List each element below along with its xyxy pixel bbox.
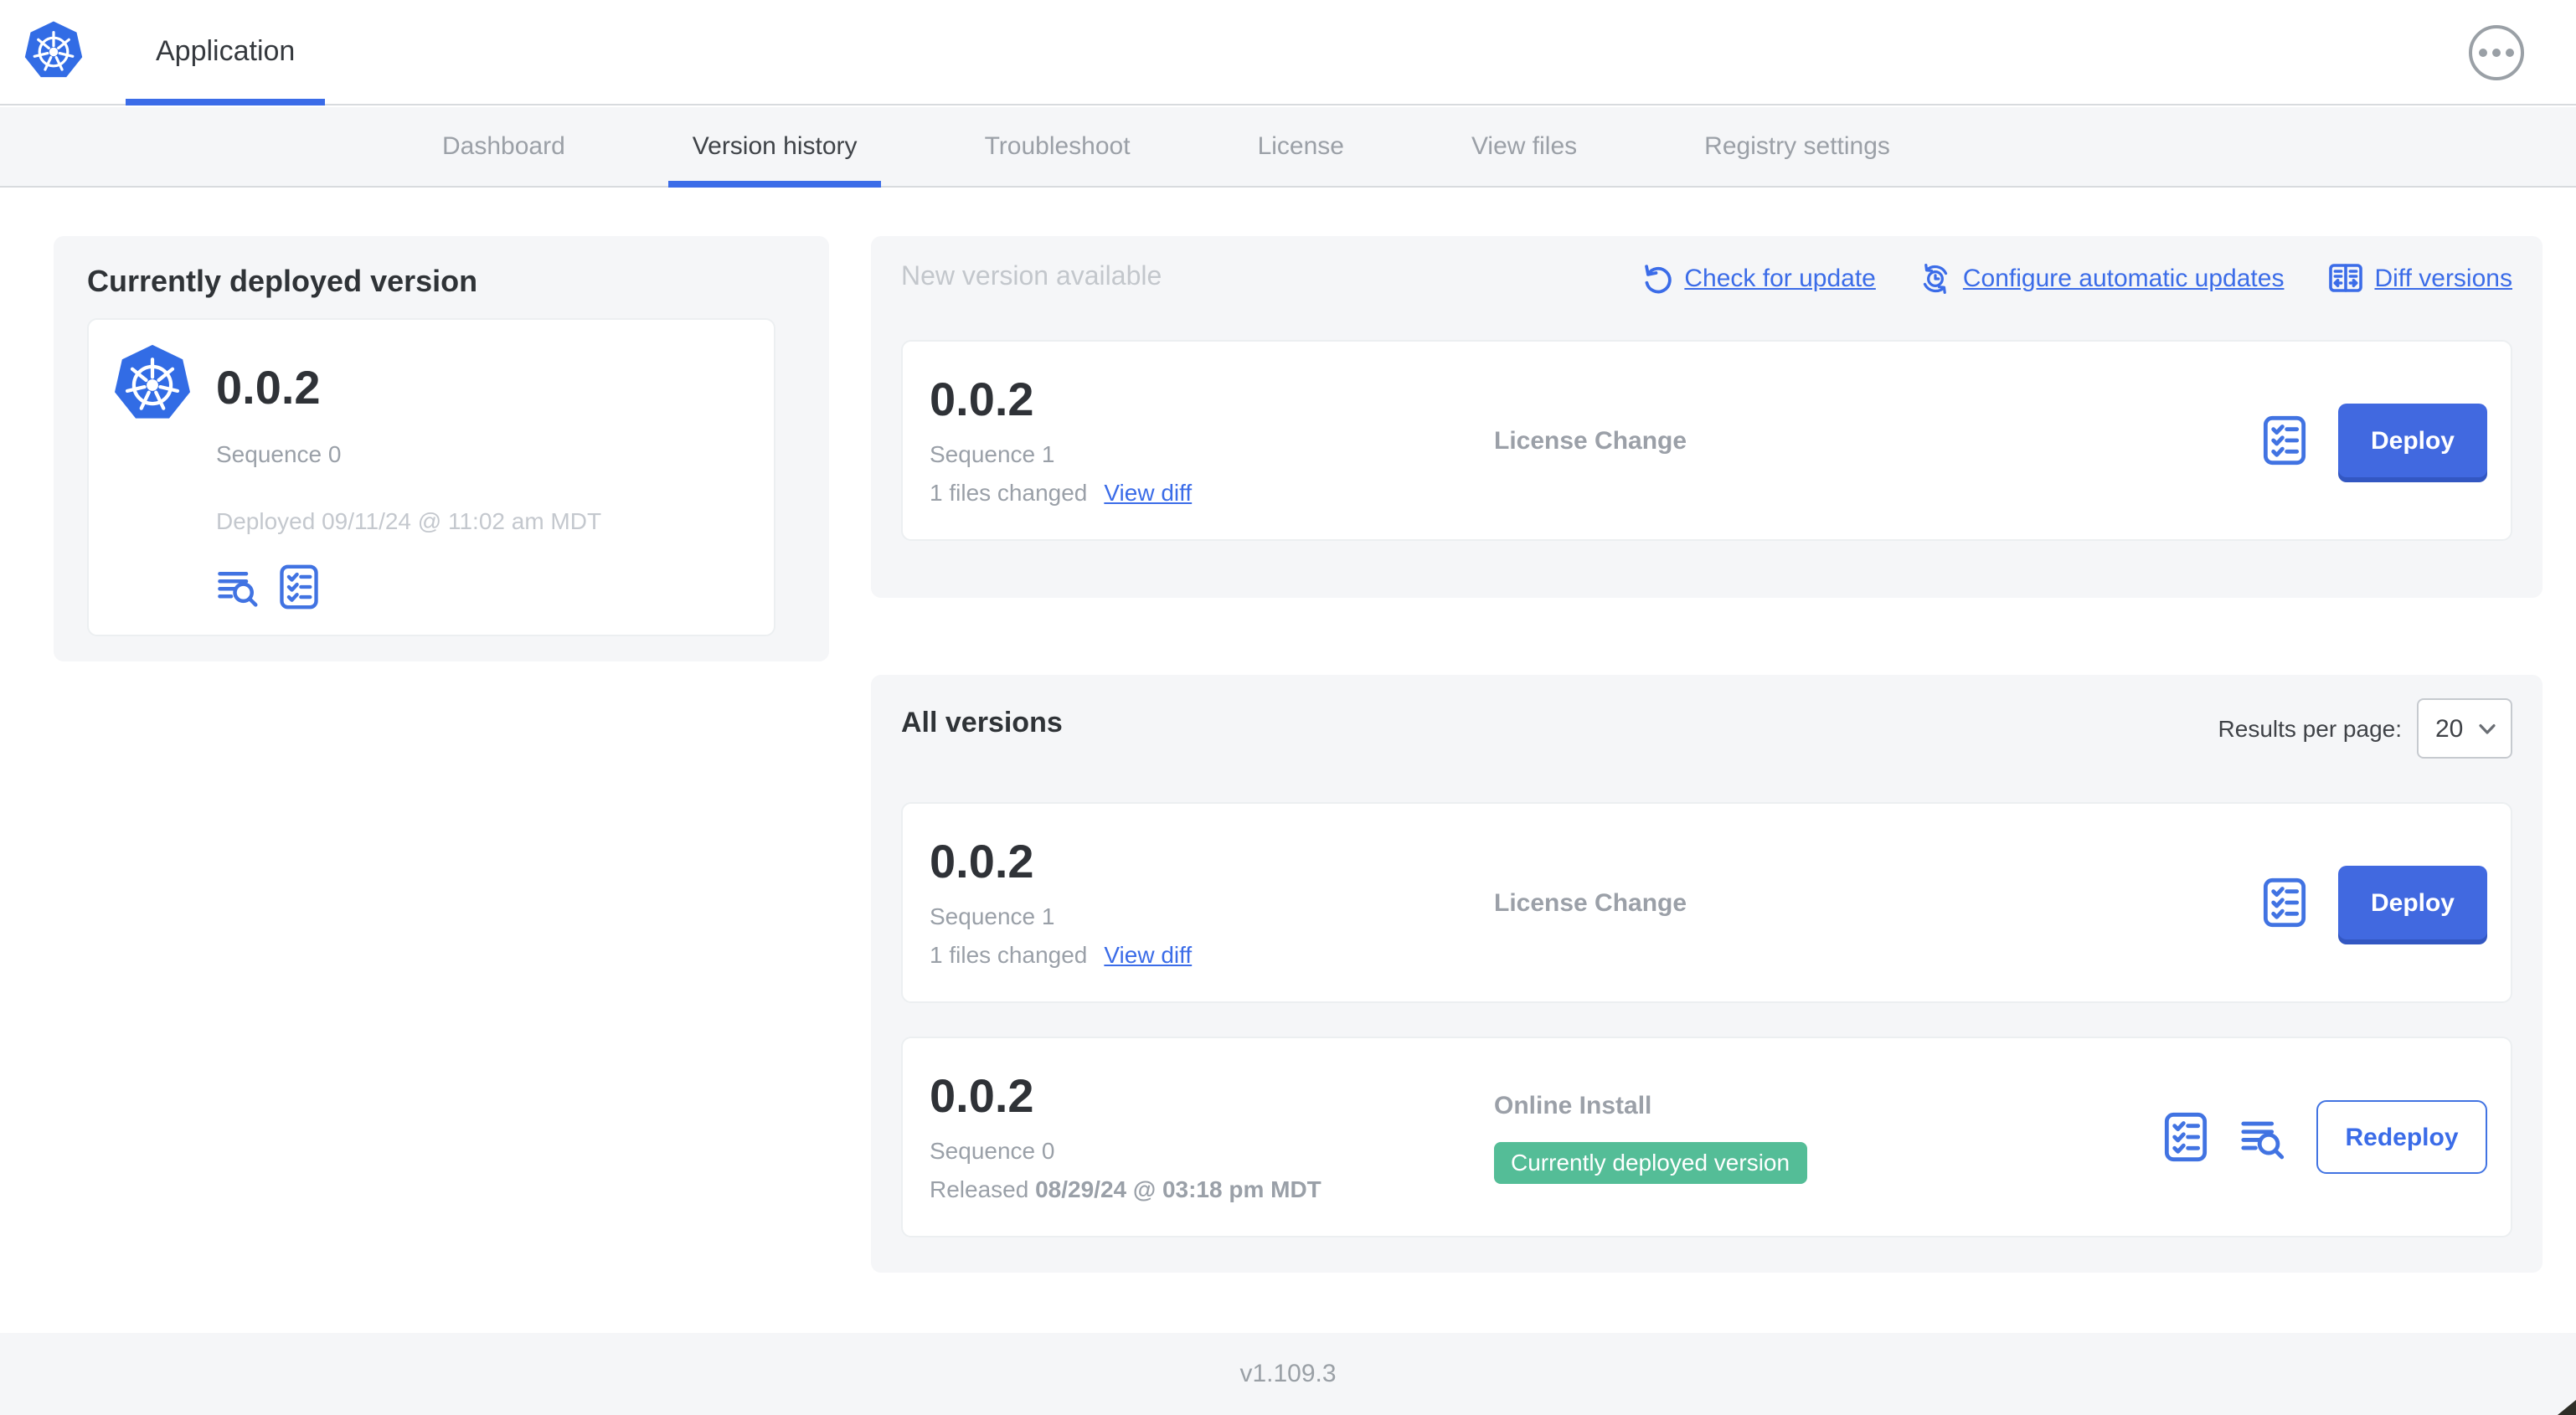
- currently-deployed-card: 0.0.2 Sequence 0 Deployed 09/11/24 @ 11:…: [87, 318, 775, 636]
- cursor-artifact: [2558, 1400, 2576, 1415]
- tab-version-history[interactable]: Version history: [668, 107, 882, 188]
- page-footer: v1.109.3: [0, 1333, 2576, 1415]
- new-version-heading: New version available: [901, 263, 1162, 291]
- preflight-checklist-icon[interactable]: [2161, 1110, 2211, 1164]
- deploy-button[interactable]: Deploy: [2338, 404, 2487, 477]
- tab-license[interactable]: License: [1234, 107, 1368, 186]
- currently-deployed-badge: Currently deployed version: [1494, 1141, 1807, 1183]
- current-version-label: 0.0.2: [216, 362, 321, 414]
- tab-view-files[interactable]: View files: [1448, 107, 1600, 186]
- version-label: 0.0.2: [930, 373, 1034, 425]
- tab-registry-settings[interactable]: Registry settings: [1681, 107, 1914, 186]
- version-row: 0.0.2 Sequence 0 Released 08/29/24 @ 03:…: [901, 1037, 2512, 1237]
- refresh-icon: [1644, 264, 1672, 293]
- sequence-label: Sequence 1: [930, 903, 1055, 930]
- version-source-label: Online Install: [1494, 1091, 1652, 1119]
- app-tab-application[interactable]: Application: [126, 0, 326, 105]
- new-version-card: 0.0.2 Sequence 1 1 files changed View di…: [901, 340, 2512, 541]
- top-header: Application: [0, 0, 2576, 105]
- app-title: Application: [156, 35, 296, 67]
- currently-deployed-heading: Currently deployed version: [87, 265, 478, 298]
- view-diff-link[interactable]: View diff: [1104, 480, 1192, 507]
- current-sequence-label: Sequence 0: [216, 440, 342, 467]
- deploy-logs-icon[interactable]: [2239, 1113, 2288, 1161]
- chevron-down-icon: [2479, 723, 2496, 733]
- tab-dashboard[interactable]: Dashboard: [419, 107, 589, 186]
- sequence-label: Sequence 0: [930, 1137, 1055, 1165]
- released-timestamp: Released 08/29/24 @ 03:18 pm MDT: [930, 1176, 1321, 1203]
- version-source-label: License Change: [1494, 426, 1687, 455]
- configure-automatic-updates-link[interactable]: Configure automatic updates: [1919, 262, 2284, 294]
- check-for-update-link[interactable]: Check for update: [1641, 262, 1876, 294]
- results-per-page-label: Results per page:: [2218, 715, 2402, 742]
- all-versions-heading: All versions: [901, 707, 1063, 738]
- sequence-label: Sequence 1: [930, 440, 1055, 468]
- version-source-label: License Change: [1494, 888, 1687, 917]
- app-subnav: Dashboard Version history Troubleshoot L…: [0, 107, 2576, 188]
- currently-deployed-panel: Currently deployed version 0.0.2 Sequenc…: [54, 236, 829, 661]
- preflight-checklist-icon[interactable]: [2259, 414, 2310, 467]
- preflight-checklist-icon[interactable]: [2259, 876, 2310, 929]
- diff-versions-link[interactable]: Diff versions: [2327, 261, 2512, 295]
- kots-admin-console: Application Dashboard Version history Tr…: [0, 0, 2576, 1415]
- active-app-underline: [126, 99, 326, 105]
- version-label: 0.0.2: [930, 835, 1034, 888]
- deploy-logs-icon[interactable]: [216, 564, 261, 610]
- clock-refresh-icon: [1923, 263, 1948, 293]
- diff-columns-icon: [2328, 264, 2362, 292]
- kubernetes-logo-icon: [24, 21, 83, 78]
- kubernetes-app-icon: [115, 344, 190, 419]
- all-versions-panel: All versions Results per page: 20 0.0.2 …: [871, 675, 2543, 1273]
- current-deployed-timestamp: Deployed 09/11/24 @ 11:02 am MDT: [216, 507, 602, 534]
- version-row: 0.0.2 Sequence 1 1 files changed View di…: [901, 802, 2512, 1003]
- redeploy-button[interactable]: Redeploy: [2316, 1100, 2487, 1174]
- ellipsis-icon: [2479, 49, 2487, 57]
- files-changed-label: 1 files changed: [930, 941, 1088, 969]
- results-per-page-select[interactable]: 20: [2417, 698, 2512, 759]
- new-version-panel: New version available Check for update C…: [871, 236, 2543, 598]
- more-options-button[interactable]: [2469, 25, 2524, 80]
- tab-troubleshoot[interactable]: Troubleshoot: [961, 107, 1154, 186]
- deploy-button[interactable]: Deploy: [2338, 866, 2487, 939]
- view-diff-link[interactable]: View diff: [1104, 942, 1192, 969]
- console-version-label: v1.109.3: [1239, 1360, 1337, 1388]
- files-changed-label: 1 files changed: [930, 479, 1088, 507]
- version-label: 0.0.2: [930, 1069, 1034, 1122]
- preflight-checklist-icon[interactable]: [276, 563, 322, 611]
